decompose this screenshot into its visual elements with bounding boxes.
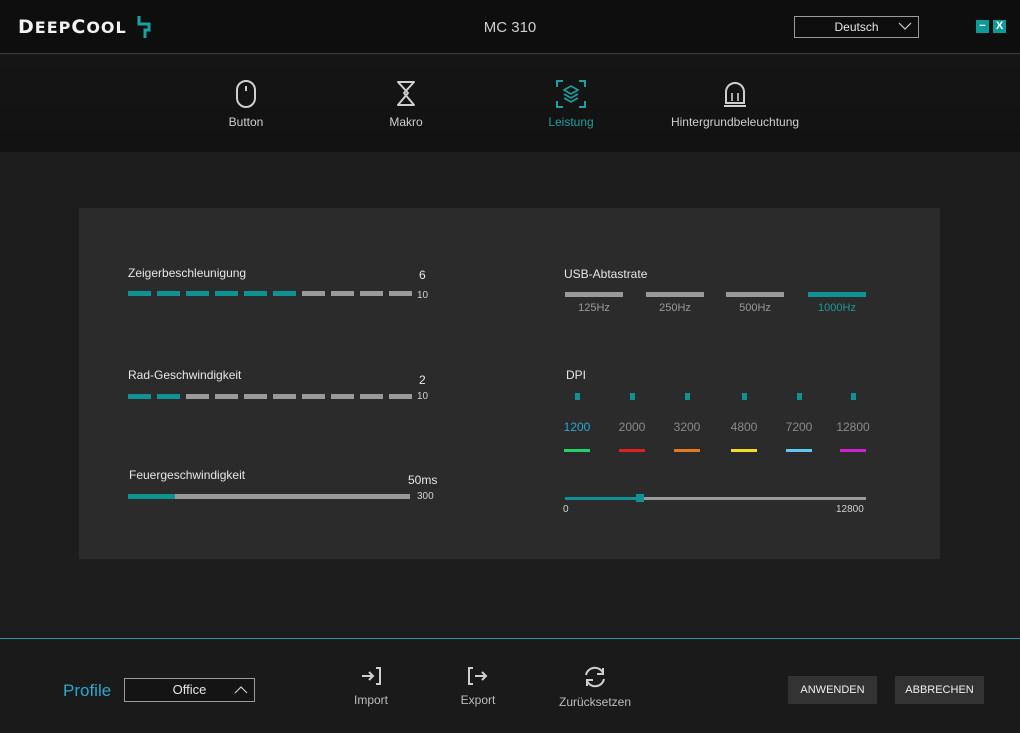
chevron-down-icon	[898, 22, 912, 30]
export-icon	[468, 667, 488, 685]
title-bar: D EEP C OOL MC 310 Deutsch − X	[0, 0, 1020, 54]
usb-rate-option-125hz[interactable]	[565, 292, 623, 297]
fire-speed-fill	[128, 494, 175, 499]
performance-panel: Zeigerbeschleunigung 6 10 Rad-Geschwindi…	[79, 208, 940, 559]
main-nav: Button Makro Leistung Hintergrundbeleuch…	[0, 55, 1020, 152]
slider-segment[interactable]	[302, 394, 325, 399]
pointer-acceleration-slider[interactable]	[128, 291, 412, 296]
slider-segment[interactable]	[244, 394, 267, 399]
tab-makro[interactable]: Makro	[366, 79, 446, 129]
wheel-speed-slider[interactable]	[128, 394, 412, 399]
cancel-button[interactable]: ABBRECHEN	[895, 676, 984, 704]
slider-segment[interactable]	[215, 291, 238, 296]
usb-rate-option-1000hz[interactable]	[808, 292, 866, 297]
slider-segment[interactable]	[331, 291, 354, 296]
bottom-bar: Profile Office Import Export Zurücksetze…	[0, 638, 1020, 733]
usb-rate-label[interactable]: 125Hz	[565, 302, 623, 314]
wheel-speed-max: 10	[417, 391, 429, 402]
dpi-max-label: 12800	[836, 504, 864, 515]
macro-icon	[397, 81, 415, 106]
tab-hintergrundbeleuchtung[interactable]: Hintergrundbeleuchtung	[660, 79, 810, 129]
usb-rate-label[interactable]: 250Hz	[646, 302, 704, 314]
slider-segment[interactable]	[360, 394, 383, 399]
fire-speed-max: 300	[417, 491, 434, 502]
slider-segment[interactable]	[186, 291, 209, 296]
usb-rate-option-500hz[interactable]	[726, 292, 784, 297]
pointer-acceleration-max: 10	[417, 290, 429, 301]
dpi-level-marker[interactable]	[851, 393, 856, 400]
dpi-label: DPI	[566, 368, 587, 382]
dpi-level-2000[interactable]: 2000	[612, 420, 652, 434]
dpi-color-indicator[interactable]	[619, 449, 645, 452]
slider-segment[interactable]	[157, 394, 180, 399]
usb-rate-label[interactable]: 500Hz	[726, 302, 784, 314]
language-select[interactable]: Deutsch	[794, 16, 919, 38]
slider-segment[interactable]	[302, 291, 325, 296]
dpi-color-indicator[interactable]	[674, 449, 700, 452]
wheel-speed-value: 2	[419, 373, 426, 387]
dpi-level-marker[interactable]	[685, 393, 690, 400]
profile-label: Profile	[63, 681, 112, 700]
tab-button[interactable]: Button	[206, 79, 286, 129]
dpi-level-marker[interactable]	[575, 393, 580, 400]
dpi-level-3200[interactable]: 3200	[667, 420, 707, 434]
slider-segment[interactable]	[215, 394, 238, 399]
dpi-slider[interactable]	[565, 497, 866, 500]
slider-segment[interactable]	[360, 291, 383, 296]
import-button[interactable]: Import	[345, 665, 397, 707]
slider-segment[interactable]	[273, 291, 296, 296]
slider-segment[interactable]	[273, 394, 296, 399]
tab-leistung[interactable]: Leistung	[531, 79, 611, 129]
fire-speed-slider[interactable]	[128, 494, 410, 499]
dpi-min-label: 0	[563, 504, 569, 515]
slider-segment[interactable]	[128, 394, 151, 399]
dpi-level-12800[interactable]: 12800	[833, 420, 873, 434]
profile-select[interactable]: Office	[124, 678, 255, 702]
import-icon	[362, 667, 381, 685]
apply-button[interactable]: ANWENDEN	[788, 676, 877, 704]
mouse-icon	[236, 80, 256, 108]
slider-segment[interactable]	[157, 291, 180, 296]
reset-button[interactable]: Zurücksetzen	[553, 665, 637, 709]
slider-segment[interactable]	[389, 291, 412, 296]
dpi-color-indicator[interactable]	[786, 449, 812, 452]
usb-rate-option-250hz[interactable]	[646, 292, 704, 297]
dpi-slider-thumb[interactable]	[636, 494, 645, 502]
performance-icon	[556, 80, 586, 108]
chevron-up-icon	[234, 686, 248, 694]
fire-speed-value: 50ms	[408, 473, 438, 487]
export-button[interactable]: Export	[452, 665, 504, 707]
dpi-level-marker[interactable]	[742, 393, 747, 400]
slider-segment[interactable]	[389, 394, 412, 399]
dpi-color-indicator[interactable]	[840, 449, 866, 452]
pointer-acceleration-value: 6	[419, 268, 426, 282]
dpi-color-indicator[interactable]	[564, 449, 590, 452]
slider-segment[interactable]	[128, 291, 151, 296]
slider-segment[interactable]	[331, 394, 354, 399]
dpi-level-4800[interactable]: 4800	[724, 420, 764, 434]
dpi-color-indicator[interactable]	[731, 449, 757, 452]
reset-icon	[585, 666, 605, 688]
dpi-level-marker[interactable]	[630, 393, 635, 400]
usb-rate-label: USB-Abtastrate	[564, 267, 648, 281]
dpi-level-1200[interactable]: 1200	[557, 420, 597, 434]
fire-speed-label: Feuergeschwindigkeit	[129, 468, 246, 482]
slider-segment[interactable]	[186, 394, 209, 399]
dpi-slider-fill	[565, 497, 641, 500]
dpi-level-7200[interactable]: 7200	[779, 420, 819, 434]
slider-segment[interactable]	[244, 291, 267, 296]
pointer-acceleration-label: Zeigerbeschleunigung	[128, 266, 247, 280]
minimize-button[interactable]: −	[976, 20, 989, 33]
wheel-speed-label: Rad-Geschwindigkeit	[128, 368, 242, 382]
light-icon	[724, 82, 746, 107]
close-button[interactable]: X	[993, 20, 1006, 33]
usb-rate-label[interactable]: 1000Hz	[808, 302, 866, 314]
dpi-level-marker[interactable]	[797, 393, 802, 400]
